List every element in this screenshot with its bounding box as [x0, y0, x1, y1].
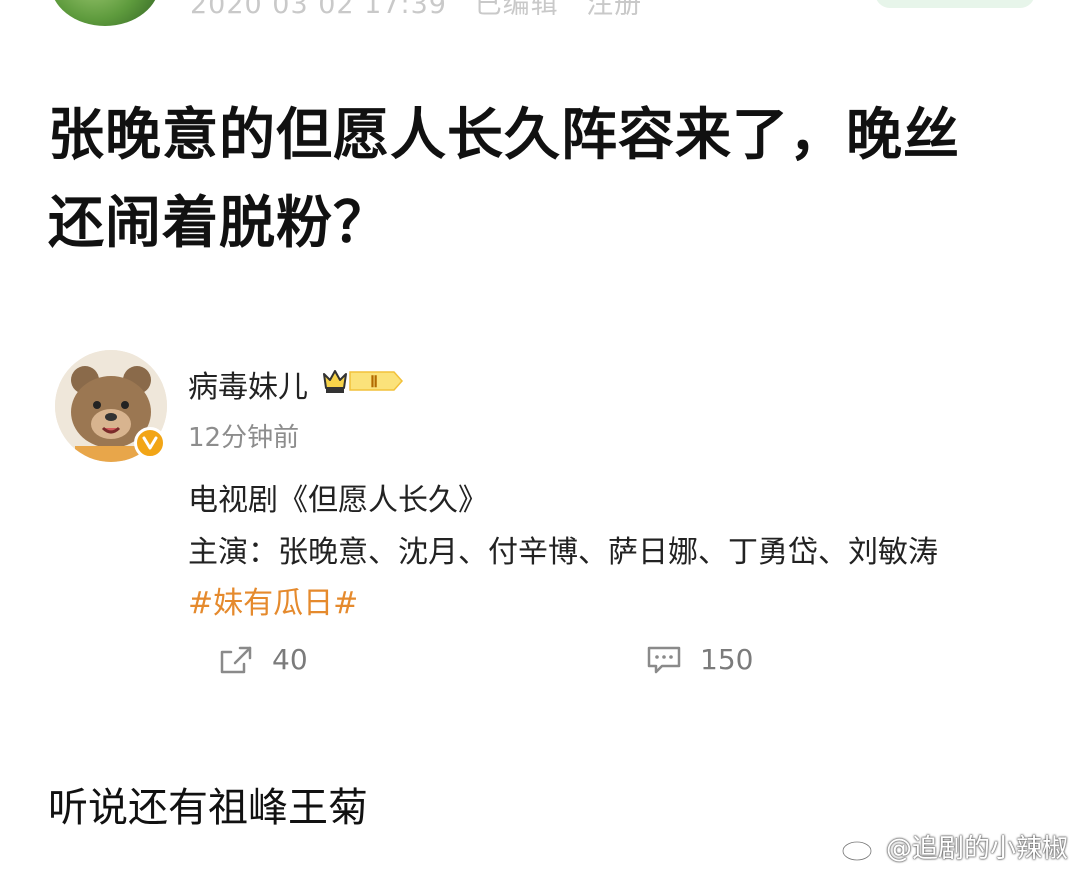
verified-badge-icon — [134, 427, 166, 459]
share-icon — [220, 646, 252, 673]
hashtag-link[interactable]: #妹有瓜日# — [188, 578, 358, 622]
card-text-line: 主演：张晚意、沈月、付辛博、萨日娜、丁勇岱、刘敏涛 — [188, 535, 938, 570]
comment-count: 150 — [700, 643, 754, 676]
comment-button[interactable]: 150 — [646, 643, 753, 676]
post-timestamp: 2020 03 02 17:39 — [190, 0, 447, 20]
follow-button[interactable] — [875, 0, 1035, 8]
post-body-text: 听说还有祖峰王菊 — [48, 785, 368, 831]
vip-crown-icon: Ⅱ — [322, 366, 408, 396]
post-title: 张晚意的但愿人长久阵容来了，晚丝还闹着脱粉？ — [48, 103, 960, 256]
card-time: 12分钟前 — [188, 423, 300, 453]
vip-level: Ⅱ — [370, 374, 378, 391]
author-avatar[interactable] — [50, 0, 160, 26]
comment-icon — [647, 646, 681, 673]
edited-label: 已编辑 — [474, 0, 559, 20]
report-link[interactable]: 注册 — [586, 0, 642, 20]
watermark-text: @追剧的小辣椒 — [885, 834, 1068, 864]
share-count: 40 — [272, 643, 308, 676]
share-button[interactable]: 40 — [218, 643, 308, 676]
watermark: @追剧的小辣椒 — [840, 828, 1068, 865]
weibo-logo-icon — [841, 835, 877, 861]
card-username[interactable]: 病毒妹儿 — [188, 362, 308, 406]
post-meta: 2020 03 02 17:39 已编辑 注册 — [190, 0, 660, 21]
card-text-line: 电视剧《但愿人长久》 — [188, 483, 488, 518]
